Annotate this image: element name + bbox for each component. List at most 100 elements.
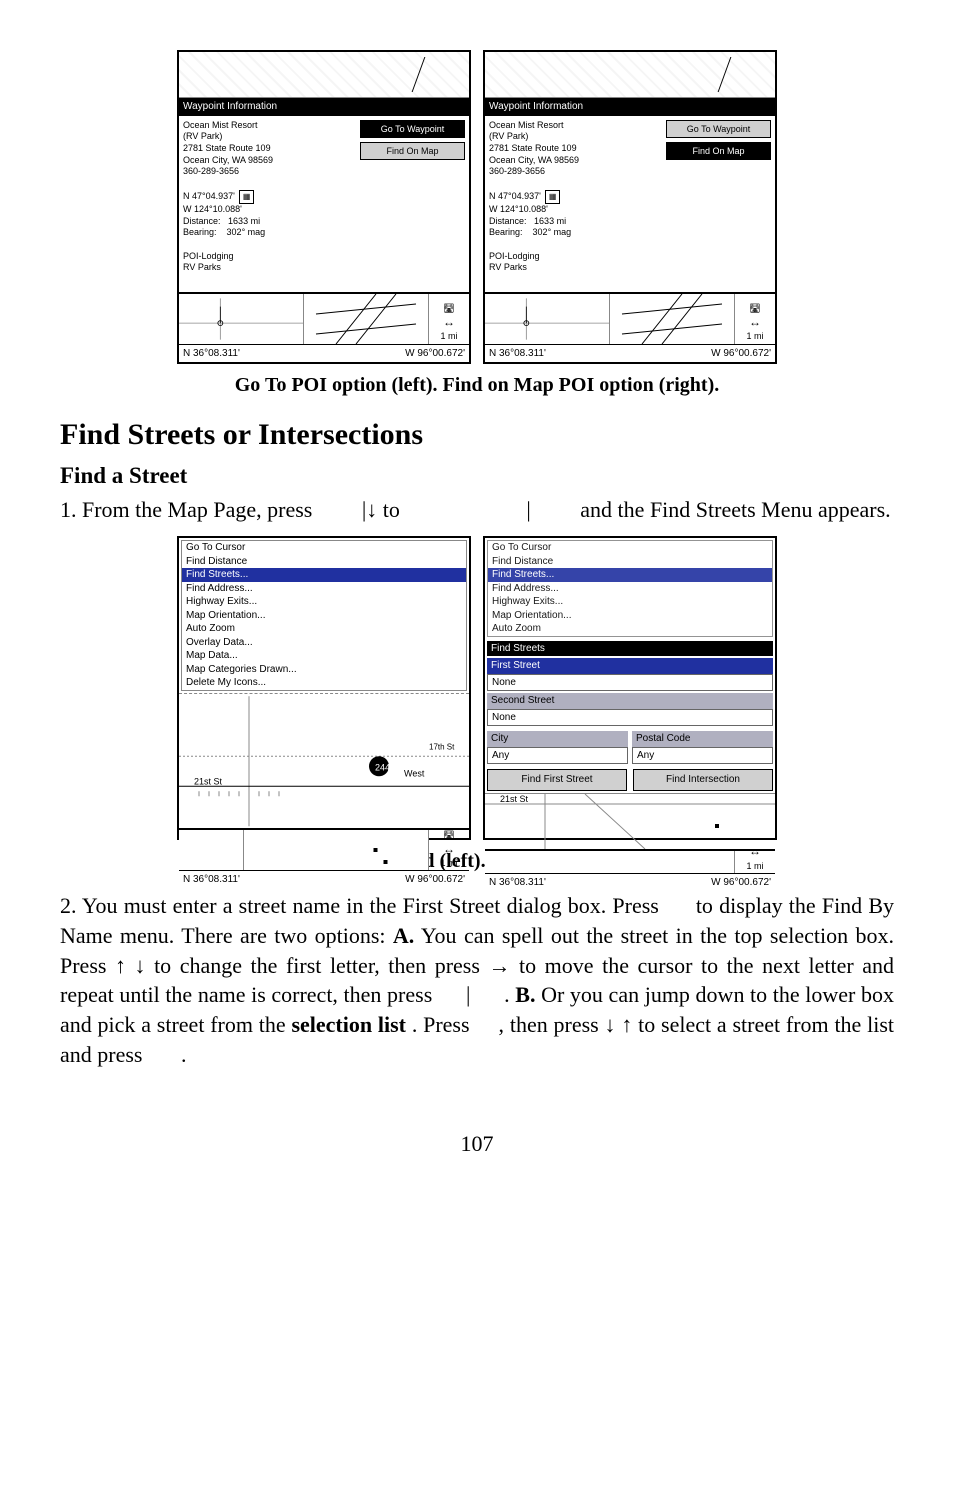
menu-item[interactable]: Map Orientation... — [182, 609, 466, 623]
poi-lat: N 47°04.937' — [183, 191, 235, 201]
road-icon: 🛣 — [443, 829, 454, 841]
arrows-icon: ↔ — [443, 841, 455, 857]
coord-n: N 36°08.311' — [489, 347, 546, 361]
find-on-map-button[interactable]: Find On Map — [666, 142, 771, 160]
find-streets-panel: Find Streets First Street None Second St… — [485, 639, 775, 793]
menu-item[interactable]: Highway Exits... — [488, 595, 772, 609]
bottom-map — [485, 851, 735, 873]
coord-n: N 36°08.311' — [489, 876, 546, 890]
poi-screen-right: Waypoint Information Ocean Mist Resort (… — [483, 50, 777, 364]
poi-type: (RV Park) — [489, 131, 658, 143]
menu-item[interactable]: Find Distance — [182, 555, 466, 569]
figure-1-row: Waypoint Information Ocean Mist Resort (… — [60, 50, 894, 364]
menu-item[interactable]: Find Distance — [488, 555, 772, 569]
brg-label: Bearing: — [489, 227, 523, 237]
para1-c: | — [526, 497, 530, 522]
poi-citystate: Ocean City, WA 98569 — [489, 155, 658, 167]
menu-item[interactable]: Auto Zoom — [488, 622, 772, 636]
zoom-indicator: ↔ 1 mi — [735, 851, 775, 873]
coord-bar: N 36°08.311' W 96°00.672' — [485, 344, 775, 363]
coord-n: N 36°08.311' — [183, 873, 240, 887]
bottom-bar: 🛣 ↔ 1 mi — [179, 828, 469, 870]
menu-item[interactable]: Delete My Icons... — [182, 676, 466, 690]
bottom-bar: 🛣 ↔ 1 mi — [179, 292, 469, 344]
second-street-input[interactable]: None — [487, 709, 773, 727]
road-icon: 🛣 — [443, 302, 454, 314]
p2-9: selection list — [291, 1012, 406, 1037]
waypoint-details: Ocean Mist Resort (RV Park) 2781 State R… — [485, 116, 662, 292]
zoom-value: 1 mi — [440, 857, 457, 869]
para1-b: |↓ to — [362, 497, 406, 522]
poi-name: Ocean Mist Resort — [183, 120, 352, 132]
find-intersection-button[interactable]: Find Intersection — [633, 769, 773, 791]
find-first-street-button[interactable]: Find First Street — [487, 769, 627, 791]
svg-text:West: West — [404, 768, 425, 778]
bottom-map — [179, 830, 429, 870]
coord-bar: N 36°08.311' W 96°00.672' — [179, 870, 469, 889]
rv-icon: ▦ — [239, 190, 255, 204]
paragraph-1: 1. From the Map Page, press |↓ to | and … — [60, 495, 894, 525]
postal-input[interactable]: Any — [632, 747, 773, 765]
section-heading: Find Streets or Intersections — [60, 415, 894, 456]
menu-item[interactable]: Go To Cursor — [182, 541, 466, 555]
dist-label: Distance: — [183, 216, 221, 226]
map-strip — [485, 52, 775, 98]
menu-item[interactable]: Map Categories Drawn... — [182, 663, 466, 677]
waypoint-info-header: Waypoint Information — [179, 98, 469, 116]
find-on-map-button[interactable]: Find On Map — [360, 142, 465, 160]
zoom-indicator: 🛣 ↔ 1 mi — [429, 294, 469, 344]
goto-waypoint-button[interactable]: Go To Waypoint — [666, 120, 771, 138]
poi-cat1: POI-Lodging — [489, 251, 658, 263]
para1-a: 1. From the Map Page, press — [60, 497, 318, 522]
svg-text:244: 244 — [375, 762, 390, 772]
p2-3: A. — [393, 923, 414, 948]
poi-lon: W 124°10.088' — [183, 204, 352, 216]
poi-street: 2781 State Route 109 — [489, 143, 658, 155]
page-number: 107 — [60, 1129, 894, 1159]
menu-item[interactable]: Find Streets... — [488, 568, 772, 582]
bottom-bar: ↔ 1 mi — [485, 849, 775, 873]
city-input[interactable]: Any — [487, 747, 628, 765]
menu-item[interactable]: Auto Zoom — [182, 622, 466, 636]
road-label: 21st St — [194, 776, 223, 786]
menu-item[interactable]: Map Orientation... — [488, 609, 772, 623]
p2-1: 2. You must enter a street name in the F… — [60, 893, 665, 918]
svg-text:17th St: 17th St — [429, 742, 455, 751]
find-streets-title: Find Streets — [487, 641, 773, 657]
poi-cat2: RV Parks — [183, 262, 352, 274]
bottom-map-left — [485, 294, 610, 344]
menu-item[interactable]: Find Streets... — [182, 568, 466, 582]
menu-item[interactable]: Overlay Data... — [182, 636, 466, 650]
menu-item[interactable]: Find Address... — [488, 582, 772, 596]
bottom-bar: 🛣 ↔ 1 mi — [485, 292, 775, 344]
figure-2-row: Go To CursorFind DistanceFind Streets...… — [60, 536, 894, 840]
first-street-input[interactable]: None — [487, 674, 773, 692]
menu-item[interactable]: Go To Cursor — [488, 541, 772, 555]
poi-name: Ocean Mist Resort — [489, 120, 658, 132]
waypoint-details: Ocean Mist Resort (RV Park) 2781 State R… — [179, 116, 356, 292]
zoom-indicator: 🛣 ↔ 1 mi — [429, 830, 469, 870]
bottom-map-right — [304, 294, 429, 344]
poi-screen-left: Waypoint Information Ocean Mist Resort (… — [177, 50, 471, 364]
waypoint-buttons: Go To Waypoint Find On Map — [662, 116, 775, 292]
coord-w: W 96°00.672' — [405, 873, 465, 887]
coord-w: W 96°00.672' — [711, 347, 771, 361]
map-menu-list[interactable]: Go To CursorFind DistanceFind Streets...… — [181, 540, 467, 691]
p2-10: . Press — [412, 1012, 476, 1037]
map-strip — [179, 52, 469, 98]
poi-lat: N 47°04.937' — [489, 191, 541, 201]
svg-text:21st St: 21st St — [500, 794, 529, 804]
coord-bar: N 36°08.311' W 96°00.672' — [179, 344, 469, 363]
road-icon: 🛣 — [749, 302, 760, 314]
find-streets-command-screen: Go To CursorFind DistanceFind Streets...… — [177, 536, 471, 840]
city-label: City — [487, 731, 628, 747]
menu-item[interactable]: Highway Exits... — [182, 595, 466, 609]
p2-6: . — [504, 982, 515, 1007]
menu-item[interactable]: Find Address... — [182, 582, 466, 596]
zoom-value: 1 mi — [440, 330, 457, 342]
dist-value: 1633 mi — [228, 216, 260, 226]
map-area: 21st St 244 West 17th St — [179, 693, 469, 829]
goto-waypoint-button[interactable]: Go To Waypoint — [360, 120, 465, 138]
menu-item[interactable]: Map Data... — [182, 649, 466, 663]
arrows-icon: ↔ — [443, 314, 455, 330]
